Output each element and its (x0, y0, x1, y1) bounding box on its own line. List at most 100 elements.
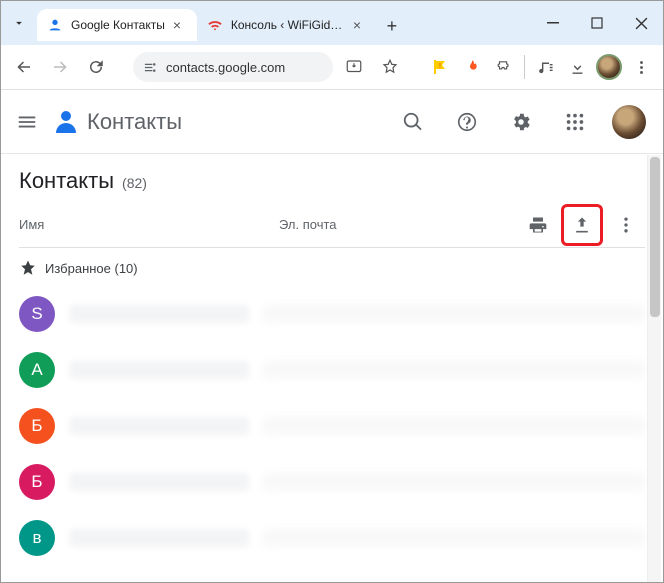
music-note-icon (537, 59, 554, 76)
extensions-button[interactable] (490, 53, 518, 81)
contact-detail-blurred (263, 305, 645, 323)
contact-row[interactable]: Б (19, 464, 645, 500)
close-tab-icon[interactable]: × (353, 17, 367, 33)
apps-button[interactable] (555, 102, 595, 142)
profile-button[interactable] (595, 53, 623, 81)
contact-detail-blurred (263, 361, 645, 379)
settings-button[interactable] (501, 102, 541, 142)
help-icon (456, 111, 478, 133)
account-button[interactable] (609, 102, 649, 142)
contact-row[interactable]: Б (19, 408, 645, 444)
close-tab-icon[interactable]: × (173, 17, 187, 33)
minimize-window-button[interactable] (531, 1, 575, 45)
kebab-icon (616, 215, 636, 235)
install-icon (345, 58, 363, 76)
wifi-favicon (207, 17, 223, 33)
tab-label: Google Контакты (71, 18, 165, 32)
contact-name-blurred (69, 417, 249, 435)
arrow-right-icon (51, 58, 69, 76)
download-icon (569, 59, 586, 76)
contact-avatar: Б (19, 408, 55, 444)
flag-icon: ! (432, 59, 448, 75)
account-avatar-icon (612, 105, 646, 139)
app-header: Контакты (1, 90, 663, 154)
contact-name-blurred (69, 361, 249, 379)
tab-label: Консоль ‹ WiFiGid — W (231, 18, 345, 32)
main-menu-button[interactable] (15, 110, 39, 134)
contact-detail-blurred (263, 417, 645, 435)
contact-name-blurred (69, 305, 249, 323)
favorites-label: Избранное (10) (45, 261, 138, 276)
favorites-section: Избранное (10) (19, 248, 645, 288)
extension-flag[interactable]: ! (426, 53, 454, 81)
page-title: Контакты (82) (19, 168, 645, 194)
gear-icon (510, 111, 532, 133)
app-name: Контакты (87, 109, 182, 135)
url-bar[interactable]: contacts.google.com (133, 52, 333, 82)
chevron-down-icon (12, 16, 26, 30)
downloads-button[interactable] (563, 53, 591, 81)
url-text: contacts.google.com (166, 60, 285, 75)
svg-text:!: ! (439, 63, 441, 70)
tab-search-dropdown[interactable] (1, 1, 37, 45)
export-icon (572, 215, 592, 235)
bookmark-button[interactable] (375, 52, 405, 82)
contacts-count: (82) (122, 175, 147, 191)
more-actions-button[interactable] (607, 206, 645, 244)
browser-tab-contacts[interactable]: Google Контакты × (37, 9, 197, 41)
nav-forward-button[interactable] (45, 52, 75, 82)
browser-toolbar: contacts.google.com ! (1, 45, 663, 90)
contact-name-blurred (69, 529, 249, 547)
contact-detail-blurred (263, 473, 645, 491)
minimize-icon (547, 17, 559, 29)
contact-avatar: Б (19, 464, 55, 500)
contact-avatar: в (19, 520, 55, 556)
contact-row[interactable]: А (19, 352, 645, 388)
browser-tab-wifigid[interactable]: Консоль ‹ WiFiGid — W × (197, 9, 377, 41)
reload-icon (87, 58, 105, 76)
scrollbar-thumb[interactable] (650, 157, 660, 317)
contact-avatar: А (19, 352, 55, 388)
content-area: Контакты (82) Имя Эл. почта Избранное (1… (1, 154, 663, 583)
close-window-button[interactable] (619, 1, 663, 45)
nav-back-button[interactable] (9, 52, 39, 82)
column-name: Имя (19, 217, 279, 232)
extension-flame[interactable] (458, 53, 486, 81)
flame-icon (464, 59, 480, 75)
print-button[interactable] (519, 206, 557, 244)
maximize-icon (591, 17, 603, 29)
contact-detail-blurred (263, 529, 645, 547)
export-button[interactable] (565, 208, 599, 242)
browser-menu-button[interactable] (627, 53, 655, 81)
kebab-icon (633, 59, 650, 76)
star-icon (381, 58, 399, 76)
list-header: Имя Эл. почта (19, 202, 645, 248)
help-button[interactable] (447, 102, 487, 142)
nav-reload-button[interactable] (81, 52, 111, 82)
install-app-button[interactable] (339, 52, 369, 82)
apps-grid-icon (564, 111, 586, 133)
search-icon (402, 111, 424, 133)
arrow-left-icon (15, 58, 33, 76)
contact-row[interactable]: S (19, 296, 645, 332)
media-control-button[interactable] (531, 53, 559, 81)
contacts-favicon (47, 17, 63, 33)
star-filled-icon (19, 259, 37, 277)
toolbar-separator (524, 55, 525, 79)
scrollbar[interactable] (647, 155, 661, 582)
search-button[interactable] (393, 102, 433, 142)
export-highlight (561, 204, 603, 246)
contact-rows: S А Б Б в (19, 296, 645, 576)
maximize-window-button[interactable] (575, 1, 619, 45)
close-icon (635, 17, 648, 30)
app-logo[interactable]: Контакты (53, 109, 182, 135)
new-tab-button[interactable]: + (377, 7, 407, 45)
contact-row[interactable]: в (19, 520, 645, 556)
browser-titlebar: Google Контакты × Консоль ‹ WiFiGid — W … (1, 1, 663, 45)
contacts-logo-icon (53, 109, 79, 135)
contact-name-blurred (69, 473, 249, 491)
contact-avatar: S (19, 296, 55, 332)
print-icon (528, 215, 548, 235)
site-settings-icon[interactable] (143, 60, 158, 75)
page-title-text: Контакты (19, 168, 114, 194)
